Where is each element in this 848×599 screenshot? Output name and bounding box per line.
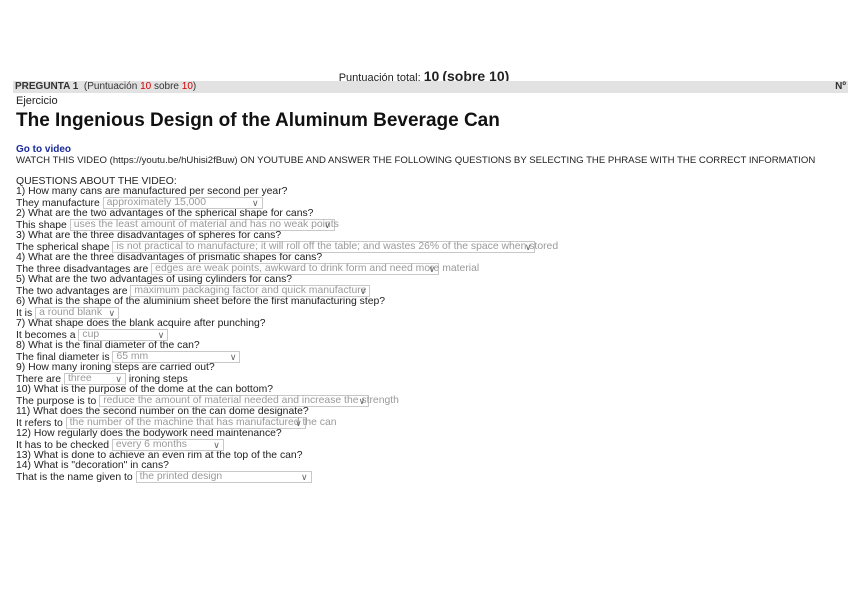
answer-select-value: is not practical to manufacture; it will… [116,241,559,252]
answer-select[interactable]: cup ∨ [78,329,169,341]
chevron-down-icon: ∨ [358,396,366,406]
answer-select[interactable]: uses the least amount of material and ha… [69,219,339,231]
question-text: 3) What are the three disadvantages of s… [16,230,282,241]
question-text: 1) How many cans are manufactured per se… [16,186,288,197]
answer-row: The spherical shape is not practical to … [16,241,848,253]
answer-select[interactable]: 65 mm ∨ [112,351,241,363]
chevron-down-icon: ∨ [428,264,436,274]
question-text: 4) What are the three disadvantages of p… [16,252,323,263]
answer-row: This shape uses the least amount of mate… [16,219,848,231]
answer-select-value: maximum packaging factor and quick manuf… [134,285,367,296]
exercise-subhead: Ejercicio [16,95,58,107]
chevron-down-icon: ∨ [115,374,122,384]
answer-select-value: three [67,373,92,384]
answer-select-value: uses the least amount of material and ha… [73,219,339,230]
answer-select[interactable]: is not practical to manufacture; it will… [112,241,558,253]
chevron-down-icon: ∨ [157,330,165,340]
chevron-down-icon: ∨ [108,308,116,318]
chevron-down-icon: ∨ [295,418,302,428]
chevron-down-icon: ∨ [524,242,532,252]
answer-row: They manufacture approximately 15,000 ∨ [16,197,848,209]
question-text: 9) How many ironing steps are carried ou… [16,362,215,373]
answer-select[interactable]: edges are weak points, awkward to drink … [151,263,479,275]
answer-select-value: cup [82,329,100,340]
chevron-down-icon: ∨ [300,472,308,482]
answer-row: It refers to the number of the machine t… [16,417,848,429]
answer-select-value: reduce the amount of material needed and… [103,395,399,406]
question-score-close: ) [192,81,197,92]
answer-row: The final diameter is 65 mm ∨ [16,351,848,363]
question-text: 2) What are the two advantages of the sp… [16,208,314,219]
answer-select[interactable]: every 6 months ∨ [111,439,224,451]
question-text: 6) What is the shape of the aluminium sh… [16,296,386,307]
answer-row: That is the name given to the printed de… [16,471,848,483]
answer-select-value: the printed design [139,471,223,482]
answer-row: The purpose is to reduce the amount of m… [16,395,848,407]
exercise-title: The Ingenious Design of the Aluminum Bev… [16,110,500,131]
question-text: 11) What does the second number on the c… [16,406,309,417]
answer-select[interactable]: approximately 15,000 ∨ [102,197,263,209]
answer-row: The two advantages are maximum packaging… [16,285,848,297]
question-text: 8) What is the final diameter of the can… [16,340,200,351]
answer-select-value: every 6 months [115,439,187,450]
chevron-down-icon: ∨ [359,286,367,296]
answer-select[interactable]: reduce the amount of material needed and… [99,395,399,407]
answer-row: It has to be checked every 6 months ∨ [16,439,848,451]
answer-select[interactable]: three ∨ [63,373,126,385]
go-to-video-link[interactable]: Go to video [16,144,848,155]
instructions: WATCH THIS VIDEO (https://youtu.be/hUhis… [16,155,816,166]
question-score-max: 10 [181,81,193,92]
chevron-down-icon: ∨ [324,220,331,230]
question-text: 7) What shape does the blank acquire aft… [16,318,266,329]
answer-select-value: 65 mm [116,351,149,362]
question-text: 5) What are the two advantages of using … [16,274,293,285]
answer-prefix: That is the name given to [16,471,133,483]
answer-select[interactable]: the printed design ∨ [135,471,312,483]
chevron-down-icon: ∨ [229,352,237,362]
question-text: 14) What is "decoration" in cans? [16,460,169,471]
answer-row: It becomes a cup ∨ [16,329,848,341]
question-number: Nº [835,81,846,92]
exercise-content: Ejercicio The Ingenious Design of the Al… [16,95,848,483]
question-score: 10 [140,81,152,92]
answer-select-value: approximately 15,000 [106,197,206,208]
answer-select[interactable]: maximum packaging factor and quick manuf… [130,285,371,297]
answer-select[interactable]: a round blank ∨ [35,307,120,319]
chevron-down-icon: ∨ [252,198,259,208]
question-score-open: (Puntuación [83,81,138,92]
question-header-bar: PREGUNTA 1 (Puntuación 10 sobre 10) Nº [13,81,848,93]
question-label: PREGUNTA 1 [15,81,79,92]
answer-select-value: a round blank [39,307,103,318]
question-text: 12) How regularly does the bodywork need… [16,428,282,439]
question-text: 10) What is the purpose of the dome at t… [16,384,274,395]
question-list: 1) How many cans are manufactured per se… [16,186,848,483]
question-score-mid: sobre [153,81,179,92]
chevron-down-icon: ∨ [213,440,220,450]
answer-select[interactable]: the number of the machine that has manuf… [65,417,337,429]
